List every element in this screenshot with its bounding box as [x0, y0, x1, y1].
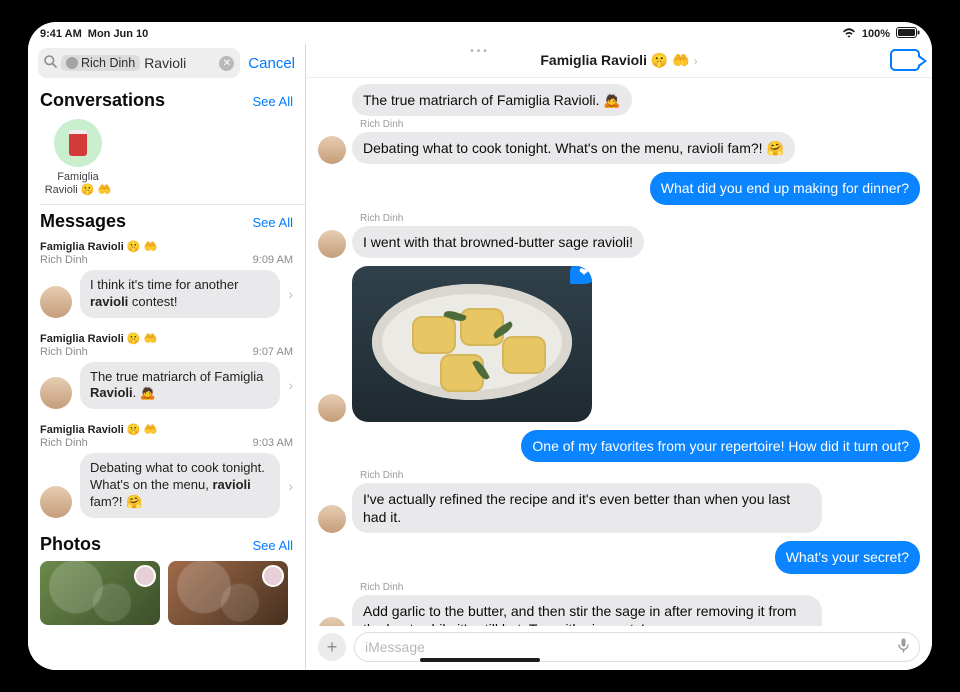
result-snippet: The true matriarch of Famiglia Ravioli. …	[80, 362, 280, 410]
result-snippet: I think it's time for another ravioli co…	[80, 270, 280, 318]
incoming-message[interactable]: I've actually refined the recipe and it'…	[352, 483, 822, 533]
status-date: Mon Jun 10	[88, 28, 149, 40]
sender-avatar-icon	[318, 617, 346, 626]
result-group: Famiglia Ravioli 🤫 🤲	[40, 240, 293, 253]
chevron-right-icon: ›	[694, 54, 698, 68]
messages-header: Messages	[40, 211, 126, 232]
outgoing-message[interactable]: What's your secret?	[775, 541, 920, 573]
group-avatar-icon	[54, 119, 102, 167]
sender-label: Rich Dinh	[360, 470, 822, 481]
message-result[interactable]: Famiglia Ravioli 🤫 🤲 Rich Dinh 9:09 AM I…	[28, 236, 305, 328]
search-query-text: Ravioli	[144, 55, 215, 71]
photos-see-all[interactable]: See All	[253, 538, 293, 553]
incoming-message[interactable]: I went with that browned-butter sage rav…	[352, 226, 644, 258]
conversation-name-1: Famiglia	[57, 171, 99, 183]
message-result[interactable]: Famiglia Ravioli 🤫 🤲 Rich Dinh 9:03 AM D…	[28, 419, 305, 528]
incoming-message[interactable]: Debating what to cook tonight. What's on…	[352, 132, 795, 164]
message-result[interactable]: Famiglia Ravioli 🤫 🤲 Rich Dinh 9:07 AM T…	[28, 328, 305, 420]
sender-label: Rich Dinh	[360, 582, 822, 593]
search-input[interactable]: Rich Dinh Ravioli ✕	[38, 48, 240, 78]
outgoing-message[interactable]: What did you end up making for dinner?	[650, 172, 920, 204]
result-sender: Rich Dinh	[40, 346, 88, 358]
message-placeholder: iMessage	[365, 639, 425, 655]
chevron-right-icon: ›	[288, 377, 293, 393]
battery-pct: 100%	[862, 28, 890, 40]
wifi-icon	[842, 28, 856, 41]
photo-result[interactable]	[168, 561, 288, 625]
image-attachment[interactable]: ❤	[352, 266, 592, 422]
photo-result[interactable]	[40, 561, 160, 625]
sender-avatar-icon	[262, 565, 284, 587]
add-attachment-button[interactable]: +	[318, 633, 346, 661]
sender-label: Rich Dinh	[360, 213, 644, 224]
sender-avatar-icon	[318, 505, 346, 533]
chevron-right-icon: ›	[288, 286, 293, 302]
conversation-result[interactable]: Famiglia Ravioli 🤫 🤲	[40, 119, 116, 196]
outgoing-message[interactable]: One of my favorites from your repertoire…	[521, 430, 920, 462]
incoming-message[interactable]: The true matriarch of Famiglia Ravioli. …	[352, 84, 632, 116]
sender-avatar-icon	[318, 136, 346, 164]
status-time: 9:41 AM	[40, 28, 82, 40]
status-bar: 9:41 AM Mon Jun 10 100%	[28, 22, 932, 44]
battery-icon	[896, 27, 920, 41]
conversations-see-all[interactable]: See All	[253, 94, 293, 109]
sender-avatar-icon	[40, 486, 72, 518]
sender-avatar-icon	[134, 565, 156, 587]
messages-see-all[interactable]: See All	[253, 215, 293, 230]
thread-title[interactable]: Famiglia Ravioli 🤫 🤲 ›	[540, 52, 697, 69]
conversation-thread: Famiglia Ravioli 🤫 🤲 › The true matriarc…	[306, 44, 932, 670]
sender-avatar-icon	[40, 377, 72, 409]
sender-label: Rich Dinh	[360, 119, 795, 130]
chevron-right-icon: ›	[288, 478, 293, 494]
result-time: 9:09 AM	[253, 254, 293, 266]
result-time: 9:03 AM	[253, 437, 293, 449]
result-time: 9:07 AM	[253, 346, 293, 358]
person-avatar-icon	[66, 57, 78, 69]
photos-header: Photos	[40, 534, 101, 555]
conversations-header: Conversations	[40, 90, 165, 111]
clear-icon[interactable]: ✕	[219, 56, 234, 71]
result-sender: Rich Dinh	[40, 254, 88, 266]
cancel-button[interactable]: Cancel	[248, 55, 295, 72]
result-group: Famiglia Ravioli 🤫 🤲	[40, 332, 293, 345]
home-indicator[interactable]	[420, 658, 540, 662]
sender-avatar-icon	[40, 286, 72, 318]
dictation-icon[interactable]	[898, 638, 909, 656]
result-snippet: Debating what to cook tonight. What's on…	[80, 453, 280, 518]
result-group: Famiglia Ravioli 🤫 🤲	[40, 423, 293, 436]
sender-avatar-icon	[318, 230, 346, 258]
result-sender: Rich Dinh	[40, 437, 88, 449]
love-reaction-icon[interactable]: ❤	[570, 266, 592, 284]
sender-avatar-icon	[318, 394, 346, 422]
search-icon	[44, 55, 57, 71]
search-token-label: Rich Dinh	[81, 56, 135, 70]
facetime-button[interactable]	[890, 49, 920, 71]
sidebar: Rich Dinh Ravioli ✕ Cancel Conversations…	[28, 44, 306, 670]
incoming-message[interactable]: Add garlic to the butter, and then stir …	[352, 595, 822, 627]
search-person-token[interactable]: Rich Dinh	[61, 55, 140, 71]
conversation-name-2: Ravioli 🤫 🤲	[45, 184, 112, 196]
